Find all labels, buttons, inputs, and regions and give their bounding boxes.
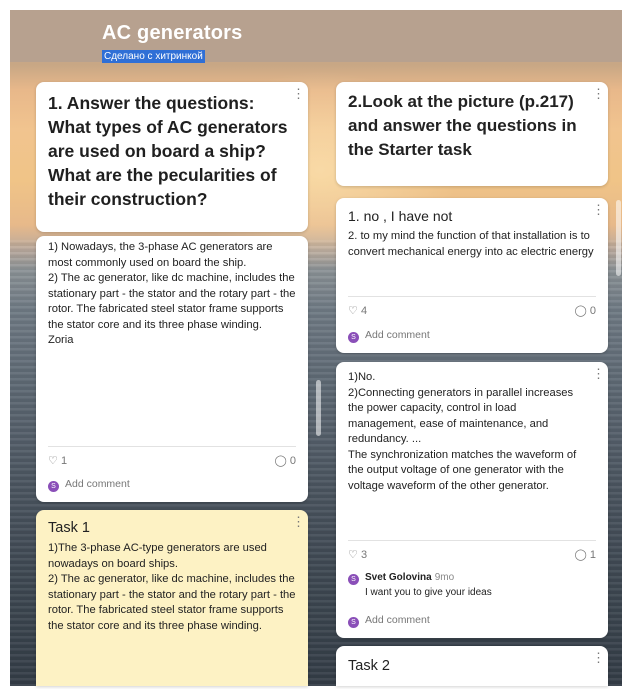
post-card[interactable]: ⋮ Task 1 1)The 3-phase AC-type generator… bbox=[36, 510, 308, 686]
user-avatar: S bbox=[48, 481, 59, 492]
column-scrollbar[interactable] bbox=[616, 200, 621, 276]
more-vertical-icon[interactable]: ⋮ bbox=[292, 515, 305, 528]
comment-count-button[interactable]: ◯ 0 bbox=[575, 304, 597, 317]
add-comment-button[interactable]: S Add comment bbox=[48, 478, 130, 492]
like-count: 3 bbox=[360, 549, 368, 561]
more-vertical-icon[interactable]: ⋮ bbox=[292, 87, 305, 100]
column-header-2[interactable]: ⋮ 2.Look at the picture (p.217) and answ… bbox=[336, 82, 608, 186]
post-divider bbox=[348, 296, 596, 297]
comment-count: 0 bbox=[589, 305, 596, 317]
comment-count: 1 bbox=[589, 549, 596, 561]
user-avatar: S bbox=[348, 574, 359, 585]
comment-icon: ◯ bbox=[274, 455, 287, 467]
heart-icon: ♡ bbox=[348, 549, 358, 561]
post-title: Task 1 bbox=[48, 520, 90, 536]
user-avatar: S bbox=[348, 332, 359, 343]
wall-header: AC generators Сделано с хитринкой bbox=[10, 10, 622, 63]
add-comment-label: Add comment bbox=[365, 329, 430, 341]
heart-icon: ♡ bbox=[348, 305, 358, 317]
comment-icon: ◯ bbox=[574, 549, 587, 561]
like-button[interactable]: ♡ 4 bbox=[348, 304, 367, 317]
post-card[interactable]: ⋮ 1. no , I have not 2. to my mind the f… bbox=[336, 198, 608, 353]
comment-count-button[interactable]: ◯ 1 bbox=[575, 548, 597, 561]
wall-subtitle: Сделано с хитринкой bbox=[102, 50, 205, 63]
post-body: 1) Nowadays, the 3-phase AC generators a… bbox=[48, 241, 296, 346]
column-title: 1. Answer the questions: What types of A… bbox=[48, 93, 288, 209]
post-title: Task 2 bbox=[348, 658, 390, 674]
post-card[interactable]: 1) Nowadays, the 3-phase AC generators a… bbox=[36, 236, 308, 502]
post-card[interactable]: ⋮ Task 2 bbox=[336, 646, 608, 686]
like-button[interactable]: ♡ 3 bbox=[348, 548, 367, 561]
post-body: 1)The 3-phase AC-type generators are use… bbox=[48, 542, 296, 632]
comment-icon: ◯ bbox=[574, 305, 587, 317]
like-button[interactable]: ♡ 1 bbox=[48, 454, 67, 467]
add-comment-button[interactable]: S Add comment bbox=[348, 614, 430, 628]
column-header-1[interactable]: ⋮ 1. Answer the questions: What types of… bbox=[36, 82, 308, 232]
add-comment-button[interactable]: S Add comment bbox=[348, 329, 430, 343]
comment-count-button[interactable]: ◯ 0 bbox=[275, 454, 297, 467]
like-count: 4 bbox=[360, 305, 368, 317]
comment: S Svet Golovina 9mo I want you to give you… bbox=[348, 572, 596, 598]
post-divider bbox=[348, 540, 596, 541]
like-count: 1 bbox=[60, 455, 68, 467]
post-title: 1. no , I have not bbox=[348, 208, 453, 224]
post-divider bbox=[48, 446, 296, 447]
comment-time: 9mo bbox=[434, 572, 455, 583]
column-title: 2.Look at the picture (p.217) and answer… bbox=[348, 92, 577, 159]
comment-author: Svet Golovina bbox=[365, 572, 432, 583]
more-vertical-icon[interactable]: ⋮ bbox=[592, 87, 605, 100]
wall-title: AC generators bbox=[102, 22, 243, 44]
heart-icon: ♡ bbox=[48, 455, 58, 467]
column-scrollbar[interactable] bbox=[316, 380, 321, 436]
add-comment-label: Add comment bbox=[365, 614, 430, 626]
post-card[interactable]: ⋮ 1)No. 2)Connecting generators in paral… bbox=[336, 362, 608, 638]
user-avatar: S bbox=[348, 617, 359, 628]
comment-text: I want you to give your ideas bbox=[365, 587, 492, 598]
comment-count: 0 bbox=[289, 455, 296, 467]
more-vertical-icon[interactable]: ⋮ bbox=[592, 203, 605, 216]
more-vertical-icon[interactable]: ⋮ bbox=[592, 367, 605, 380]
post-body: 2. to my mind the function of that insta… bbox=[348, 230, 594, 258]
post-body: 1)No. 2)Connecting generators in paralle… bbox=[348, 371, 577, 492]
more-vertical-icon[interactable]: ⋮ bbox=[592, 651, 605, 664]
add-comment-label: Add comment bbox=[65, 478, 130, 490]
